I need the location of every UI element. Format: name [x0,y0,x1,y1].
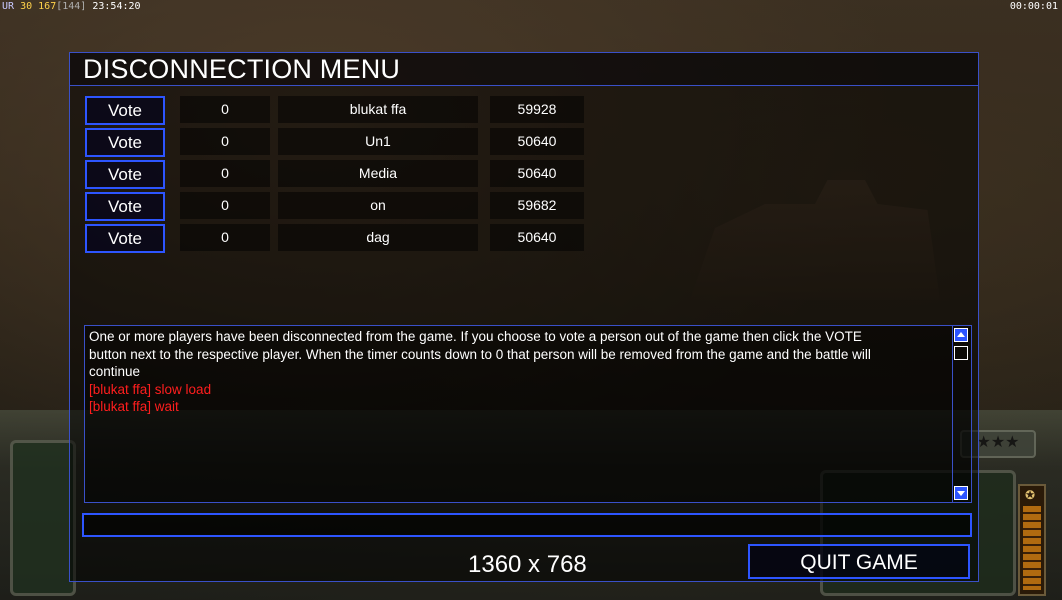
vote-count: 0 [180,160,270,187]
command-bar-left-panel [10,440,76,596]
player-timer: 50640 [490,128,584,155]
player-name: dag [278,224,478,251]
message-log[interactable]: One or more players have been disconnect… [84,325,972,503]
chat-input[interactable] [82,513,972,537]
power-star-icon: ✪ [1025,488,1036,502]
hud-clock: 23:54:20 [92,1,141,12]
player-timer: 59928 [490,96,584,123]
player-name: Un1 [278,128,478,155]
chat-message: [blukat ffa] wait [89,399,179,414]
hud-stats: UR 30 167[144] 23:54:20 [2,1,141,12]
dialog-title-bar: DISCONNECTION MENU [70,53,978,86]
player-name: blukat ffa [278,96,478,123]
message-log-text: One or more players have been disconnect… [89,328,943,416]
player-timer: 50640 [490,224,584,251]
power-bar-cells [1023,506,1041,590]
disconnection-dialog: DISCONNECTION MENU Vote 0 blukat ffa 599… [69,52,979,582]
vote-count: 0 [180,224,270,251]
vote-button[interactable]: Vote [85,160,165,189]
info-message-1: One or more players have been disconnect… [89,329,862,344]
message-log-scrollbar[interactable] [952,326,971,502]
vote-button[interactable]: Vote [85,128,165,157]
vote-count: 0 [180,96,270,123]
vote-button[interactable]: Vote [85,192,165,221]
player-name: Media [278,160,478,187]
vote-button[interactable]: Vote [85,224,165,253]
power-bar: ✪ [1018,484,1046,596]
hud-value-144: [144] [56,1,87,12]
player-timer: 50640 [490,160,584,187]
info-message-3: continue [89,364,141,379]
scroll-down-arrow-icon[interactable] [954,486,968,500]
player-timer: 59682 [490,192,584,219]
player-name: on [278,192,478,219]
chat-message: [blukat ffa] slow load [89,381,212,397]
vote-button[interactable]: Vote [85,96,165,125]
hud-ur-label: UR [2,1,15,12]
vote-count: 0 [180,128,270,155]
resolution-label: 1360 x 768 [468,551,587,578]
scroll-thumb[interactable] [954,346,968,360]
vote-count: 0 [180,192,270,219]
scroll-up-arrow-icon[interactable] [954,328,968,342]
hud-value-167: 167 [38,1,57,12]
game-timer: 00:00:01 [1009,1,1058,12]
quit-game-button[interactable]: QUIT GAME [748,544,970,579]
info-message-2: button next to the respective player. Wh… [89,346,871,362]
dialog-title: DISCONNECTION MENU [83,54,401,84]
hud-value-30: 30 [20,1,33,12]
